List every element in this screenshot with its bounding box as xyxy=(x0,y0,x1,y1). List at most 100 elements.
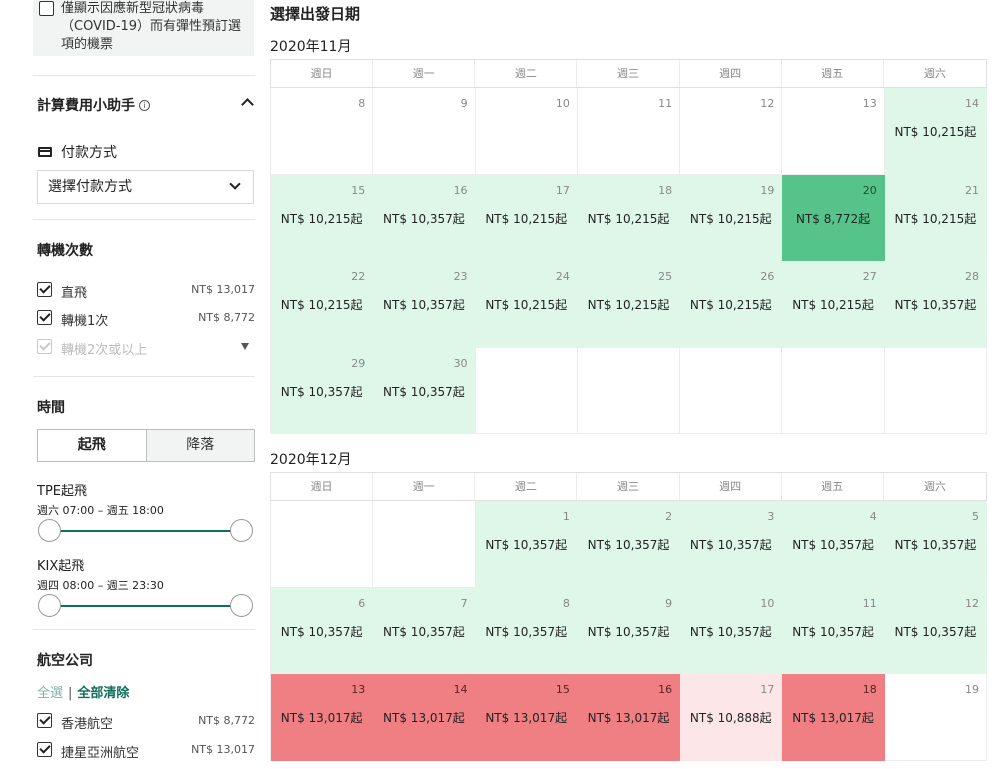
divider xyxy=(33,75,255,76)
calendar-grid: 8 9 10 11 12 13 14 NT$ 10,215起 15 NT$ 10,215起 16 NT… xyxy=(270,88,987,434)
chevron-up-icon[interactable] xyxy=(241,98,254,111)
calendar-day-cell[interactable]: 12 NT$ 10,357起 xyxy=(884,587,987,674)
calendar-day-cell[interactable]: 4 NT$ 10,357起 xyxy=(782,501,885,588)
calendar-day-cell[interactable]: 15 NT$ 10,215起 xyxy=(271,174,374,261)
calendar-dec: 週日 週一 週二 週三 週四 週五 週六 1 NT$ 10,357起 2 NT$ 10,357起 3… xyxy=(270,472,987,761)
select-all-link[interactable]: 全選 xyxy=(37,686,63,701)
calendar-day-cell[interactable]: 16 NT$ 10,357起 xyxy=(373,174,476,261)
calendar-day-cell[interactable]: 14 NT$ 13,017起 xyxy=(373,674,476,761)
calendar-day-cell[interactable]: 10 NT$ 10,357起 xyxy=(680,587,783,674)
option-price: NT$ 13,017 xyxy=(191,743,255,756)
calendar-day-cell[interactable]: 18 NT$ 13,017起 xyxy=(782,674,885,761)
info-icon[interactable]: i xyxy=(139,100,150,111)
calendar-day-cell[interactable]: 13 NT$ 13,017起 xyxy=(271,674,374,761)
checkbox[interactable] xyxy=(37,742,52,757)
calendar-day-cell[interactable]: 27 NT$ 10,215起 xyxy=(782,261,885,348)
day-price: NT$ 10,357起 xyxy=(383,624,465,639)
calendar-day-cell[interactable]: 19 NT$ 10,215起 xyxy=(680,174,783,261)
kix-slider-start-handle[interactable] xyxy=(38,594,61,617)
calendar-day-cell[interactable]: 7 NT$ 10,357起 xyxy=(373,587,476,674)
divider xyxy=(33,376,255,377)
calendar-day-cell[interactable]: 28 NT$ 10,357起 xyxy=(884,261,987,348)
stops-option-one-stop[interactable]: 轉機1次 NT$ 8,772 xyxy=(37,308,255,329)
tpe-slider-end-handle[interactable] xyxy=(230,519,253,542)
page-title: 選擇出發日期 xyxy=(270,5,361,23)
month-title-nov: 2020年11月 xyxy=(270,39,352,55)
checkbox[interactable] xyxy=(37,282,52,297)
payment-method-label: 付款方式 xyxy=(61,145,117,161)
tpe-slider-start-handle[interactable] xyxy=(38,519,61,542)
covid-flexible-filter[interactable]: 僅顯示因應新型冠狀病毒（COVID-19）而有彈性預訂選項的機票 xyxy=(33,0,254,56)
calendar-day-cell[interactable]: 20 NT$ 8,772起 xyxy=(782,174,885,261)
calendar-day-cell[interactable]: 8 NT$ 10,357起 xyxy=(475,587,578,674)
covid-checkbox[interactable] xyxy=(39,1,54,16)
option-label: 轉機2次或以上 xyxy=(61,343,148,358)
calendar-day-cell[interactable]: 3 NT$ 10,357起 xyxy=(680,501,783,588)
calendar-day-cell[interactable]: 22 NT$ 10,215起 xyxy=(271,261,374,348)
day-number: 15 xyxy=(351,183,366,197)
day-price: NT$ 10,357起 xyxy=(383,211,465,226)
filter-sidebar: 僅顯示因應新型冠狀病毒（COVID-19）而有彈性預訂選項的機票 計算費用小助手… xyxy=(0,0,262,769)
stops-option-nonstop[interactable]: 直飛 NT$ 13,017 xyxy=(37,280,255,301)
clear-all-link[interactable]: 全部清除 xyxy=(77,686,129,701)
calendar-day-cell[interactable]: 9 NT$ 10,357起 xyxy=(577,587,681,674)
calendar-nov: 週日 週一 週二 週三 週四 週五 週六 8 9 10 11 12 13 14 NT$ 10,215起 15… xyxy=(270,59,987,434)
payment-method-select[interactable]: 選擇付款方式 xyxy=(37,170,254,204)
calendar-day-cell[interactable]: 24 NT$ 10,215起 xyxy=(475,261,578,348)
day-number: 13 xyxy=(351,683,366,696)
calendar-day-cell[interactable]: 2 NT$ 10,357起 xyxy=(577,501,681,588)
day-price: NT$ 10,357起 xyxy=(383,298,465,312)
calendar-day-cell xyxy=(884,347,987,434)
cost-calculator-title[interactable]: 計算費用小助手 i xyxy=(37,95,150,115)
day-number: 4 xyxy=(869,510,877,523)
weekday-label: 週日 xyxy=(271,473,374,500)
calendar-day-cell[interactable]: 1 NT$ 10,357起 xyxy=(475,501,578,588)
day-price: NT$ 10,215起 xyxy=(280,298,363,312)
calendar-day-cell[interactable]: 23 NT$ 10,357起 xyxy=(373,261,476,348)
time-title: 時間 xyxy=(37,400,65,416)
calendar-day-cell[interactable]: 17 NT$ 10,888起 xyxy=(680,674,783,761)
day-number: 27 xyxy=(862,270,877,283)
day-price: NT$ 10,357起 xyxy=(689,624,772,639)
calendar-day-cell: 12 xyxy=(680,88,783,175)
weekday-label: 週三 xyxy=(577,60,680,87)
day-number: 11 xyxy=(658,97,673,110)
calendar-day-cell[interactable]: 29 NT$ 10,357起 xyxy=(271,347,374,434)
kix-slider-track[interactable] xyxy=(50,605,241,607)
calendar-day-cell[interactable]: 30 NT$ 10,357起 xyxy=(373,347,476,434)
kix-slider-end-handle[interactable] xyxy=(230,594,253,617)
tab-arrival[interactable]: 降落 xyxy=(146,430,254,461)
calendar-day-cell[interactable]: 18 NT$ 10,215起 xyxy=(577,174,681,261)
calendar-day-cell[interactable]: 15 NT$ 13,017起 xyxy=(475,674,578,761)
calendar-day-cell[interactable]: 14 NT$ 10,215起 xyxy=(884,88,987,175)
checkbox[interactable] xyxy=(37,713,52,728)
calendar-day-cell[interactable]: 5 NT$ 10,357起 xyxy=(884,501,987,588)
weekday-label: 週三 xyxy=(577,473,680,500)
day-number: 3 xyxy=(767,510,775,523)
airline-option-jetstar-asia[interactable]: 捷星亞洲航空 NT$ 13,017 xyxy=(37,740,255,761)
calendar-day-cell[interactable]: 26 NT$ 10,215起 xyxy=(680,261,783,348)
weekday-header: 週日 週一 週二 週三 週四 週五 週六 xyxy=(270,472,987,501)
divider xyxy=(33,219,255,220)
checkbox[interactable] xyxy=(37,310,52,325)
day-number: 28 xyxy=(964,270,979,283)
calendar-day-cell[interactable]: 25 NT$ 10,215起 xyxy=(577,261,681,348)
filter-icon[interactable] xyxy=(241,343,249,350)
day-number: 19 xyxy=(760,183,775,197)
day-number: 26 xyxy=(760,270,775,283)
calendar-day-cell[interactable]: 16 NT$ 13,017起 xyxy=(577,674,681,761)
calendar-day-cell[interactable]: 21 NT$ 10,215起 xyxy=(884,174,987,261)
airline-option-hk-airlines[interactable]: 香港航空 NT$ 8,772 xyxy=(37,711,255,732)
calendar-day-cell[interactable]: 6 NT$ 10,357起 xyxy=(271,587,374,674)
covid-filter-label: 僅顯示因應新型冠狀病毒（COVID-19）而有彈性預訂選項的機票 xyxy=(61,1,242,52)
divider xyxy=(33,629,255,630)
tab-departure[interactable]: 起飛 xyxy=(38,430,147,461)
tpe-slider-track[interactable] xyxy=(50,530,241,532)
day-price: NT$ 10,357起 xyxy=(280,624,363,639)
day-number: 8 xyxy=(562,596,570,610)
day-price: NT$ 10,357起 xyxy=(792,538,874,552)
calendar-day-cell[interactable]: 11 NT$ 10,357起 xyxy=(782,587,885,674)
calendar-day-cell[interactable]: 17 NT$ 10,215起 xyxy=(475,174,578,261)
day-number: 13 xyxy=(862,97,877,110)
day-price: NT$ 10,215起 xyxy=(587,298,670,312)
